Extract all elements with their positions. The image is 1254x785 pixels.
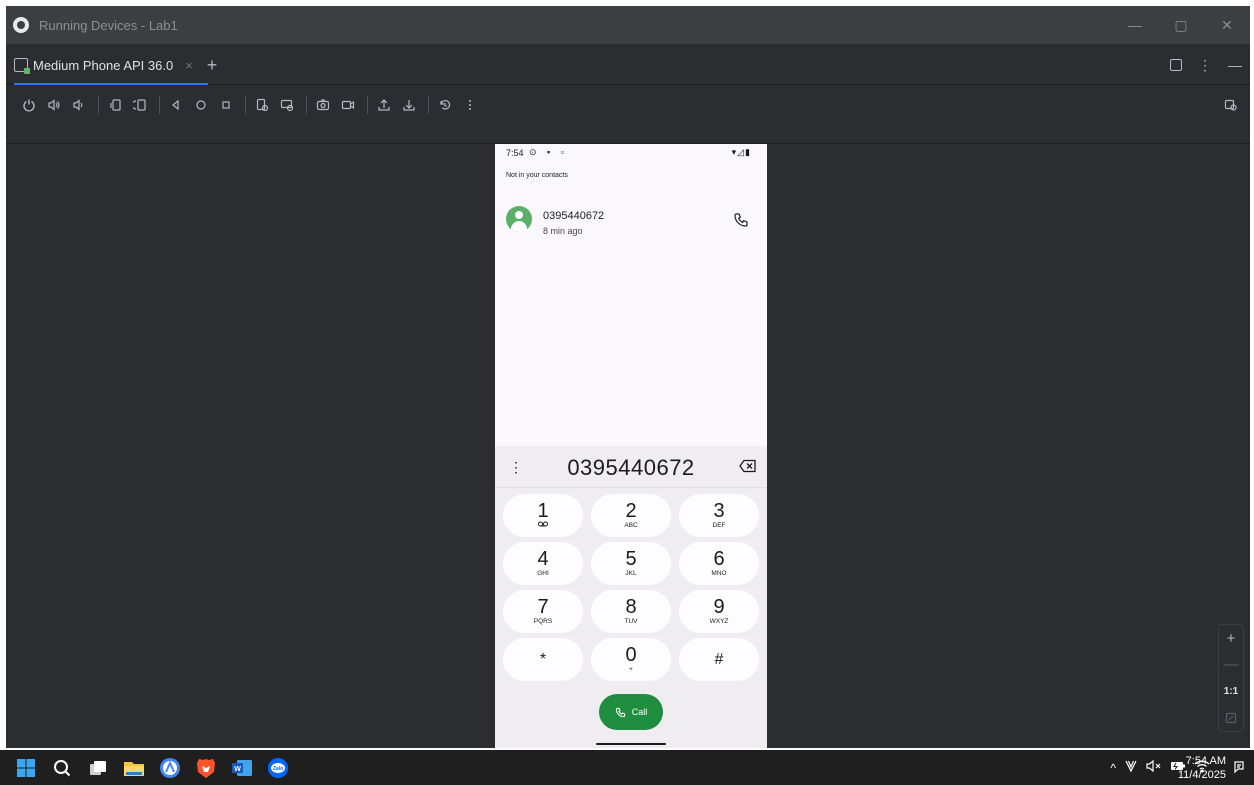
show-hidden-icons-chevron[interactable]: ^ [1110, 761, 1116, 775]
key-8[interactable]: 8 TUV [591, 590, 671, 633]
toolbar-separator [367, 96, 368, 114]
key-star[interactable]: * [503, 638, 583, 681]
tab-label: Medium Phone API 36.0 [33, 57, 174, 73]
key-6[interactable]: 6 MNO [679, 542, 759, 585]
zoom-in-button[interactable]: + [1219, 625, 1243, 652]
volume-up-icon[interactable] [43, 94, 65, 116]
key-4[interactable]: 4 GHI [503, 542, 583, 585]
key-3[interactable]: 3 DEF [679, 494, 759, 537]
dialpad: ⋮ 0395440672 1 2 ABC 3 DEF 4 GHI 5 JKL 6… [495, 446, 767, 748]
more-icon[interactable] [459, 94, 481, 116]
svg-text:Zalo: Zalo [273, 766, 283, 772]
clock-time: 7:54 AM [1185, 755, 1226, 767]
zoom-controls: + — 1:1 [1218, 624, 1244, 732]
device-tab-bar: Medium Phone API 36.0 × + ⋮ — [6, 45, 1250, 85]
toolbar-separator [306, 96, 307, 114]
rotate-right-icon[interactable] [129, 94, 151, 116]
key-9[interactable]: 9 WXYZ [679, 590, 759, 633]
call-phone-icon [615, 707, 625, 717]
device-mirroring-icon[interactable] [1220, 94, 1242, 116]
actual-size-button[interactable]: 1:1 [1219, 678, 1243, 705]
dialed-digits[interactable]: 0395440672 [495, 455, 767, 481]
toolbar-separator [428, 96, 429, 114]
active-tab-indicator [14, 83, 208, 85]
recent-call-number: 0395440672 [543, 210, 605, 222]
recent-call-item[interactable]: 0395440672 8 min ago [495, 202, 767, 236]
zalo-icon[interactable]: Zalo [266, 756, 290, 780]
device-icon [14, 58, 30, 74]
toolbar-separator [159, 96, 160, 114]
taskbar-clock[interactable]: 7:54 AM 11/4/2025 [1178, 754, 1226, 782]
screen-record-icon[interactable] [337, 94, 359, 116]
svg-text:W: W [234, 766, 241, 773]
collapse-icon[interactable] [1170, 59, 1182, 71]
download-icon[interactable] [398, 94, 420, 116]
android-studio-logo-icon [13, 17, 29, 33]
add-device-button[interactable]: + [207, 55, 218, 76]
backspace-icon[interactable] [739, 459, 757, 473]
recent-call-time: 8 min ago [543, 226, 583, 236]
key-1[interactable]: 1 [503, 494, 583, 537]
back-icon[interactable] [165, 94, 187, 116]
android-studio-icon[interactable] [158, 756, 182, 780]
call-button[interactable]: Call [599, 694, 663, 730]
status-bar: 7:54 ⊙ ▪ ▫ ▾◿▮ [495, 144, 767, 160]
windows-start-icon[interactable] [14, 756, 38, 780]
ide-window: Running Devices - Lab1 — ▢ ✕ Medium Phon… [6, 6, 1250, 748]
more-options-icon[interactable]: ⋮ [1198, 57, 1212, 74]
task-view-icon[interactable] [86, 756, 110, 780]
restore-button[interactable]: ▢ [1158, 6, 1204, 44]
microsoft-word-icon[interactable]: W [230, 756, 254, 780]
key-5[interactable]: 5 JKL [591, 542, 671, 585]
fit-screen-icon[interactable] [1219, 705, 1243, 732]
digits-row: ⋮ 0395440672 [495, 446, 767, 488]
voicemail-icon [538, 521, 548, 530]
home-icon[interactable] [190, 94, 212, 116]
call-button-label: Call [631, 707, 648, 717]
brave-browser-icon[interactable] [194, 756, 218, 780]
tab-close-icon[interactable]: × [185, 58, 193, 73]
key-hash[interactable]: # [679, 638, 759, 681]
windows-taskbar: W Zalo ^ 7:54 AM 11/4/2025 [0, 750, 1254, 785]
phone-call-icon[interactable] [733, 212, 753, 232]
phone-screen: 7:54 ⊙ ▪ ▫ ▾◿▮ Not in your contacts 0395… [495, 144, 767, 748]
v-app-tray-icon[interactable] [1124, 759, 1138, 776]
snapshot-settings-icon[interactable] [276, 94, 298, 116]
power-icon[interactable] [18, 94, 40, 116]
toolbar-separator [98, 96, 99, 114]
snapshot-icon[interactable] [251, 94, 273, 116]
section-header: Not in your contacts [506, 172, 568, 179]
status-signal-battery-icons: ▾◿▮ [731, 147, 751, 157]
key-2[interactable]: 2 ABC [591, 494, 671, 537]
title-bar: Running Devices - Lab1 — ▢ ✕ [6, 6, 1250, 44]
rotate-left-icon[interactable] [104, 94, 126, 116]
speaker-muted-icon[interactable] [1146, 759, 1162, 776]
tab-medium-phone[interactable]: Medium Phone API 36.0 × + [14, 45, 217, 85]
zoom-out-button[interactable]: — [1219, 652, 1243, 679]
toolbar-separator [245, 96, 246, 114]
status-notification-icons: ⊙ ▪ ▫ [529, 147, 568, 157]
key-7[interactable]: 7 PQRS [503, 590, 583, 633]
emulator-toolbar [6, 86, 1250, 124]
search-icon[interactable] [50, 756, 74, 780]
upload-icon[interactable] [373, 94, 395, 116]
avatar [506, 206, 532, 232]
minimize-button[interactable]: — [1112, 6, 1158, 44]
clock-date: 11/4/2025 [1177, 769, 1226, 781]
keypad: 1 2 ABC 3 DEF 4 GHI 5 JKL 6 MNO 7 PQRS 8… [503, 494, 759, 681]
window-title: Running Devices - Lab1 [39, 17, 178, 33]
reset-icon[interactable] [434, 94, 456, 116]
file-explorer-icon[interactable] [122, 756, 146, 780]
overview-icon[interactable] [215, 94, 237, 116]
volume-down-icon[interactable] [68, 94, 90, 116]
notification-center-icon[interactable] [1232, 760, 1246, 774]
status-time: 7:54 [506, 148, 524, 158]
close-window-button[interactable]: ✕ [1204, 6, 1250, 44]
gesture-nav-handle[interactable] [596, 743, 666, 745]
key-0[interactable]: 0 + [591, 638, 671, 681]
hide-panel-icon[interactable]: — [1228, 57, 1242, 73]
screenshot-icon[interactable] [312, 94, 334, 116]
